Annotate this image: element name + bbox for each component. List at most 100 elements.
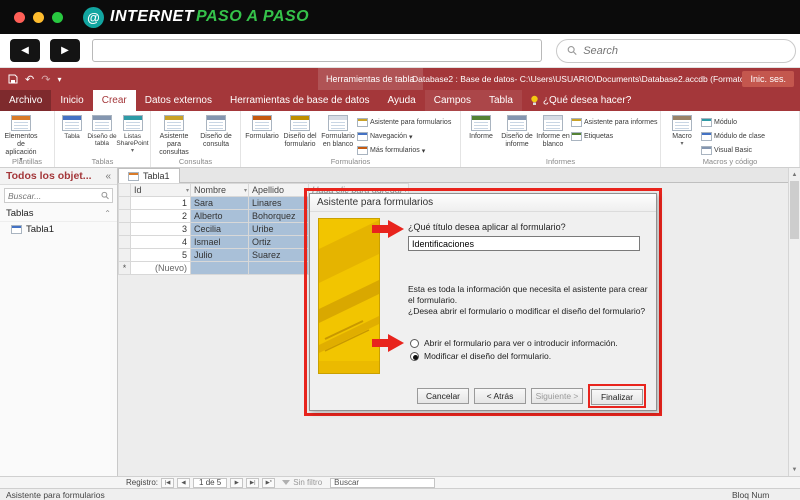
ribbon-button-asistente-informes[interactable]: Asistente para informes	[571, 116, 658, 129]
ribbon-button-tabla[interactable]: Tabla	[57, 113, 87, 140]
undo-button[interactable]: ↶	[25, 73, 34, 86]
cell-nombre[interactable]: Ismael	[190, 235, 249, 249]
tab-inicio[interactable]: Inicio	[51, 90, 92, 111]
close-window-button[interactable]	[14, 11, 25, 23]
redo-button[interactable]: ↷	[41, 73, 50, 86]
report-design-icon	[507, 115, 527, 131]
row-selector[interactable]	[118, 209, 131, 223]
cell-nombre[interactable]: Julio	[190, 248, 249, 262]
cell-nombre[interactable]: Sara	[190, 196, 249, 210]
annotation-arrow-radio-options	[372, 334, 404, 352]
ribbon-button-listas-sharepoint[interactable]: Listas SharePoint ▾	[116, 113, 149, 155]
collapse-pane-icon[interactable]: «	[105, 171, 111, 182]
nav-item-tabla1[interactable]: Tabla1	[0, 222, 117, 237]
back-icon: ◀	[21, 45, 29, 56]
row-selector[interactable]	[118, 248, 131, 262]
ribbon-button-navegacion[interactable]: Navegación ▾	[357, 130, 458, 143]
maximize-window-button[interactable]	[52, 11, 63, 23]
tab-campos[interactable]: Campos	[424, 90, 480, 111]
cell-id[interactable]: 2	[130, 209, 191, 223]
row-selector[interactable]	[118, 196, 131, 210]
application-parts-icon	[11, 115, 31, 131]
cell-apellido-new[interactable]	[248, 261, 309, 275]
form-title-input[interactable]	[408, 236, 640, 251]
qat-customize-caret-icon[interactable]: ▾	[57, 75, 61, 84]
ribbon-button-modulo-clase[interactable]: Módulo de clase	[701, 130, 797, 143]
ribbon-button-informe-blanco[interactable]: Informe en blanco	[535, 113, 571, 149]
tab-crear[interactable]: Crear	[92, 90, 136, 111]
cell-apellido[interactable]: Bohorquez	[248, 209, 309, 223]
scroll-down-icon[interactable]: ▼	[789, 464, 800, 475]
site-search-input[interactable]	[583, 44, 785, 57]
cell-apellido[interactable]: Ortiz	[248, 235, 309, 249]
cell-apellido[interactable]: Uribe	[248, 222, 309, 236]
filter-button[interactable]: Sin filtro	[282, 478, 322, 487]
ribbon-button-diseno-tabla[interactable]: Diseño de tabla	[87, 113, 117, 148]
previous-record-button[interactable]: ◀	[177, 477, 191, 488]
ribbon-button-formulario[interactable]: Formulario	[243, 113, 281, 141]
record-search-input[interactable]	[330, 477, 436, 488]
scrollbar-thumb[interactable]	[790, 181, 799, 239]
tab-ayuda[interactable]: Ayuda	[379, 90, 425, 111]
cell-nombre[interactable]: Cecilia	[190, 222, 249, 236]
tab-archivo[interactable]: Archivo	[0, 90, 52, 111]
ribbon-button-macro[interactable]: Macro ▾	[663, 113, 701, 148]
row-selector[interactable]	[118, 222, 131, 236]
nav-section-tablas[interactable]: Tablas ⌃	[0, 206, 117, 222]
nav-pane-search[interactable]	[4, 188, 113, 203]
vertical-scrollbar[interactable]: ▲ ▼	[788, 168, 800, 476]
ribbon-button-diseno-formulario[interactable]: Diseño del formulario	[281, 113, 319, 149]
radio-modify-design[interactable]: Modificar el diseño del formulario.	[410, 351, 551, 361]
row-selector[interactable]	[118, 235, 131, 249]
finish-button[interactable]: Finalizar	[591, 389, 643, 405]
next-record-button[interactable]: ▶	[230, 477, 244, 488]
last-record-button[interactable]: ▶|	[246, 477, 260, 488]
cell-nombre[interactable]: Alberto	[190, 209, 249, 223]
cell-nombre-new[interactable]	[190, 261, 249, 275]
ribbon-button-visual-basic[interactable]: Visual Basic	[701, 144, 797, 157]
sign-in-button[interactable]: Inic. ses.	[742, 71, 794, 87]
tell-me-box[interactable]: ¿Qué desea hacer?	[522, 90, 639, 111]
document-tab-tabla1[interactable]: Tabla1	[118, 168, 180, 183]
ribbon-button-diseno-consulta[interactable]: Diseño de consulta	[195, 113, 237, 149]
module-icon	[701, 118, 712, 127]
tab-tabla[interactable]: Tabla	[479, 90, 522, 111]
ribbon-button-etiquetas[interactable]: Etiquetas	[571, 130, 658, 143]
tab-herramientas-bd[interactable]: Herramientas de base de datos	[221, 90, 379, 111]
ribbon-button-mas-formularios[interactable]: Más formularios ▾	[357, 144, 458, 157]
first-record-button[interactable]: |◀	[161, 477, 175, 488]
ribbon-button-informe[interactable]: Informe	[463, 113, 499, 141]
column-header-nombre[interactable]: Nombre ▾	[190, 183, 249, 197]
cancel-button[interactable]: Cancelar	[417, 388, 469, 404]
cell-id[interactable]: 1	[130, 196, 191, 210]
next-button[interactable]: Siguiente >	[531, 388, 583, 404]
cell-id[interactable]: 5	[130, 248, 191, 262]
minimize-window-button[interactable]	[33, 11, 44, 23]
cell-id[interactable]: 3	[130, 222, 191, 236]
select-all-cell[interactable]	[118, 183, 131, 197]
back-button[interactable]: ◀	[10, 39, 40, 62]
tab-datos-externos[interactable]: Datos externos	[136, 90, 221, 111]
nav-pane-title[interactable]: Todos los objet... «	[0, 168, 117, 185]
ribbon-button-formulario-blanco[interactable]: Formulario en blanco	[319, 113, 357, 149]
address-bar[interactable]	[92, 39, 542, 62]
column-header-id[interactable]: Id ▾	[130, 183, 191, 197]
forward-button[interactable]: ▶	[50, 39, 80, 62]
new-record-button[interactable]: ▶*	[262, 477, 276, 488]
cell-apellido[interactable]: Linares	[248, 196, 309, 210]
nav-pane-search-input[interactable]	[8, 190, 101, 201]
new-row-selector[interactable]: *	[118, 261, 131, 275]
save-icon[interactable]	[8, 74, 18, 84]
ribbon-button-asistente-formularios[interactable]: Asistente para formularios	[357, 116, 458, 129]
cell-id[interactable]: 4	[130, 235, 191, 249]
ribbon-button-asistente-consultas[interactable]: Asistente para consultas	[153, 113, 195, 157]
column-header-apellido[interactable]: Apellido ▾	[248, 183, 309, 197]
radio-open-form[interactable]: Abrir el formulario para ver o introduci…	[410, 338, 618, 348]
site-search[interactable]	[556, 38, 796, 63]
cell-id-new[interactable]: (Nuevo)	[130, 261, 191, 275]
back-button-dialog[interactable]: < Atrás	[474, 388, 526, 404]
ribbon-button-diseno-informe[interactable]: Diseño de informe	[499, 113, 535, 149]
ribbon-button-modulo[interactable]: Módulo	[701, 116, 797, 129]
cell-apellido[interactable]: Suarez	[248, 248, 309, 262]
scroll-up-icon[interactable]: ▲	[789, 169, 800, 180]
